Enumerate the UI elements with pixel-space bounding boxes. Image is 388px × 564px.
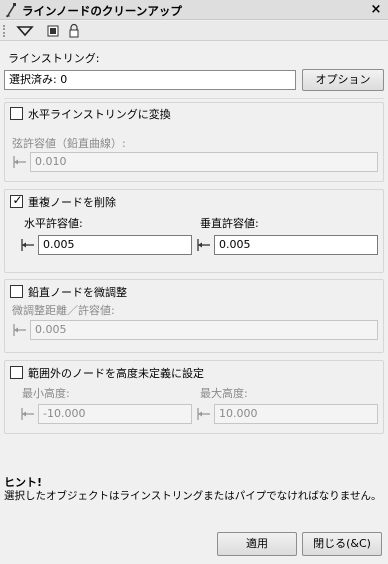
distance-icon bbox=[197, 408, 210, 420]
image-icon[interactable] bbox=[46, 23, 60, 39]
title-bar: ラインノードのクリーンアップ × bbox=[0, 0, 388, 20]
out-of-range-checkbox[interactable] bbox=[10, 366, 23, 379]
out-of-range-label: 範囲外のノードを高度未定義に設定 bbox=[28, 367, 204, 380]
section-divider bbox=[4, 98, 384, 99]
distance-icon bbox=[13, 156, 26, 168]
linestring-label: ラインストリング: bbox=[8, 52, 100, 65]
distance-icon bbox=[13, 324, 26, 336]
adjust-distance-label: 微調整距離／許容値: bbox=[12, 304, 115, 317]
distance-icon bbox=[21, 408, 34, 420]
chord-tolerance-input[interactable]: 0.010 bbox=[30, 152, 378, 172]
toolbar bbox=[0, 21, 388, 41]
survey-tool-icon bbox=[6, 3, 16, 18]
max-elevation-label: 最大高度: bbox=[200, 387, 248, 400]
options-button[interactable]: オプション bbox=[302, 69, 384, 91]
convert-horizontal-checkbox[interactable] bbox=[10, 107, 23, 120]
min-elevation-label: 最小高度: bbox=[22, 387, 70, 400]
window-title: ラインノードのクリーンアップ bbox=[22, 4, 182, 18]
close-button[interactable]: 閉じる(&C) bbox=[302, 532, 382, 556]
apply-button[interactable]: 適用 bbox=[217, 532, 297, 556]
close-window-button[interactable]: × bbox=[368, 1, 384, 18]
fine-adjust-checkbox[interactable] bbox=[10, 285, 23, 298]
adjust-distance-input[interactable]: 0.005 bbox=[30, 320, 378, 340]
toolbar-grip[interactable] bbox=[3, 25, 5, 37]
horizontal-tolerance-label: 水平許容値: bbox=[24, 217, 83, 230]
convert-horizontal-label: 水平ラインストリングに変換 bbox=[28, 108, 171, 121]
check-mark-icon: ✓ bbox=[12, 193, 23, 207]
remove-duplicates-checkbox[interactable]: ✓ bbox=[10, 193, 23, 208]
distance-icon bbox=[21, 239, 34, 251]
vertical-tolerance-input[interactable]: 0.005 bbox=[214, 235, 378, 255]
hint-text: 選択したオブジェクトはラインストリングまたはパイプでなければなりません。 bbox=[4, 490, 382, 502]
min-elevation-input[interactable]: -10.000 bbox=[38, 404, 192, 424]
lock-icon[interactable] bbox=[68, 23, 80, 39]
dropdown-triangle-icon[interactable] bbox=[16, 23, 34, 39]
fine-adjust-label: 鉛直ノードを微調整 bbox=[28, 286, 127, 299]
chord-tolerance-label: 弦許容値（鉛直曲線）: bbox=[12, 137, 126, 150]
max-elevation-input[interactable]: 10.000 bbox=[214, 404, 378, 424]
remove-duplicates-label: 重複ノードを削除 bbox=[28, 196, 116, 209]
selection-field[interactable]: 選択済み: 0 bbox=[4, 70, 296, 90]
distance-icon bbox=[197, 239, 210, 251]
horizontal-tolerance-input[interactable]: 0.005 bbox=[38, 235, 192, 255]
vertical-tolerance-label: 垂直許容値: bbox=[200, 217, 259, 230]
